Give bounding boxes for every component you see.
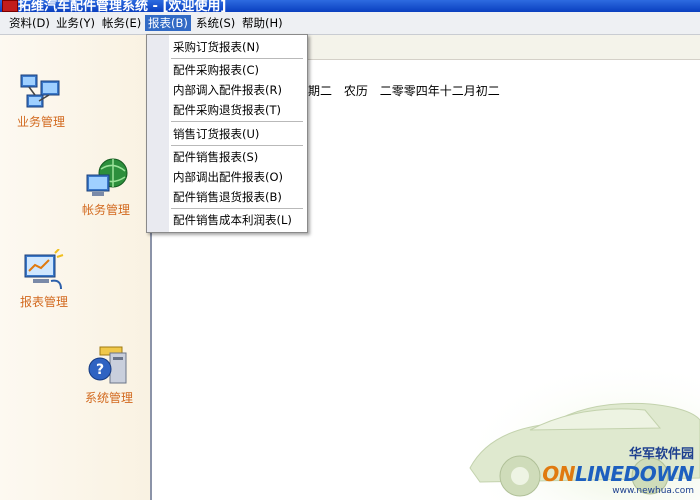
sidebar-item-accounts[interactable]: 帐务管理: [76, 157, 136, 218]
watermark-url: www.newhua.com: [612, 486, 694, 496]
menu-bar: 资料(D) 业务(Y) 帐务(E) 报表(B) 系统(S) 帮助(H): [0, 12, 700, 35]
menu-item-parts-purchase-report[interactable]: 配件采购报表(C): [173, 61, 259, 79]
menu-gutter: [147, 35, 169, 232]
sidebar-item-label: 帐务管理: [81, 203, 130, 217]
menu-separator: [171, 145, 303, 146]
menu-item-sales-return-report[interactable]: 配件销售退货报表(B): [173, 188, 282, 206]
sidebar-item-system[interactable]: ? 系统管理: [78, 345, 140, 406]
menu-separator: [171, 208, 303, 209]
sidebar-item-label: 系统管理: [84, 391, 133, 405]
watermark-cn: 华军软件园: [628, 447, 694, 462]
computers-network-icon: [20, 74, 60, 108]
reports-dropdown-menu: 采购订货报表(N) 配件采购报表(C) 内部调入配件报表(R) 配件采购退货报表…: [146, 34, 308, 233]
computer-globe-icon: [86, 158, 128, 196]
menu-separator: [171, 58, 303, 59]
watermark-logo: 华军软件园 ONLINEDOWN www.newhua.com: [542, 443, 694, 496]
menu-data[interactable]: 资料(D): [6, 15, 53, 31]
menu-item-purchase-return-report[interactable]: 配件采购退货报表(T): [173, 101, 281, 119]
sidebar-item-label: 业务管理: [16, 115, 65, 129]
menu-system[interactable]: 系统(S): [193, 15, 238, 31]
sidebar-item-label: 报表管理: [19, 295, 68, 309]
date-display: 星期二 农历 二零零四年十二月初二: [296, 82, 508, 99]
menu-reports[interactable]: 报表(B): [145, 15, 191, 31]
watermark-brand: ONLINEDOWN: [542, 462, 694, 486]
sidebar: 业务管理 帐务管理 报表管理 ? 系统管理: [0, 35, 152, 500]
sidebar-item-business[interactable]: 业务管理: [12, 71, 70, 130]
menu-help[interactable]: 帮助(H): [239, 15, 286, 31]
menu-item-internal-transfer-in-report[interactable]: 内部调入配件报表(R): [173, 81, 282, 99]
lunar-date: 二零零四年十二月初二: [379, 84, 500, 98]
app-icon: [2, 0, 18, 12]
menu-item-sales-order-report[interactable]: 销售订货报表(U): [173, 125, 259, 143]
svg-text:?: ?: [96, 362, 104, 378]
menu-item-purchase-order-report[interactable]: 采购订货报表(N): [173, 38, 260, 56]
menu-item-parts-sales-report[interactable]: 配件销售报表(S): [173, 148, 258, 166]
menu-business[interactable]: 业务(Y): [53, 15, 98, 31]
menu-accounts[interactable]: 帐务(E): [99, 15, 144, 31]
menu-separator: [171, 121, 303, 122]
sidebar-item-reports[interactable]: 报表管理: [14, 249, 74, 310]
window-title: 拓维汽车配件管理系统 - [欢迎使用]: [18, 0, 227, 12]
lunar-label: 农历: [343, 84, 368, 98]
monitor-report-icon: [24, 249, 64, 290]
title-bar: 拓维汽车配件管理系统 - [欢迎使用]: [0, 0, 700, 12]
menu-item-internal-transfer-out-report[interactable]: 内部调出配件报表(O): [173, 168, 283, 186]
menu-item-sales-cost-profit-report[interactable]: 配件销售成本利润表(L): [173, 211, 292, 229]
help-computer-icon: ?: [88, 346, 127, 384]
